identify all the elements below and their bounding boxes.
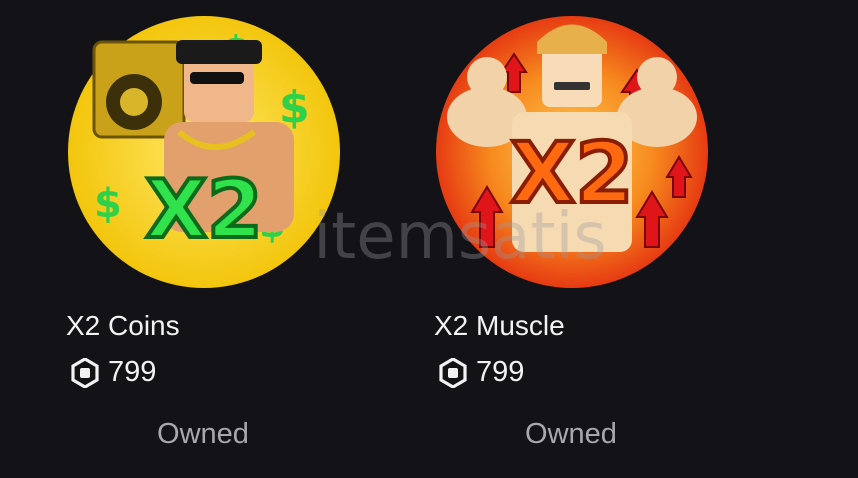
gamepass-card-x2-coins[interactable]: $ $ $ $ X2 X2 Coins 799 bbox=[0, 0, 360, 478]
x2-muscle-gamepass-icon[interactable]: X2 bbox=[432, 12, 712, 292]
gamepass-card-x2-muscle[interactable]: X2 X2 Muscle 799 Owned bbox=[368, 0, 728, 478]
item-price: 799 bbox=[108, 356, 157, 388]
item-name: X2 Coins bbox=[66, 310, 180, 341]
x2-badge-text: X2 bbox=[145, 163, 262, 256]
price-row: 799 bbox=[438, 356, 524, 389]
x2-badge-text: X2 bbox=[510, 124, 633, 222]
item-name: X2 Muscle bbox=[434, 310, 565, 341]
item-price: 799 bbox=[476, 356, 525, 388]
robux-icon bbox=[70, 357, 100, 388]
owned-status: Owned bbox=[157, 418, 249, 450]
svg-text:$: $ bbox=[94, 181, 122, 227]
robux-icon bbox=[438, 357, 468, 388]
x2-coins-gamepass-icon[interactable]: $ $ $ $ X2 bbox=[64, 12, 344, 292]
price-row: 799 bbox=[70, 356, 156, 389]
owned-status: Owned bbox=[525, 418, 617, 450]
